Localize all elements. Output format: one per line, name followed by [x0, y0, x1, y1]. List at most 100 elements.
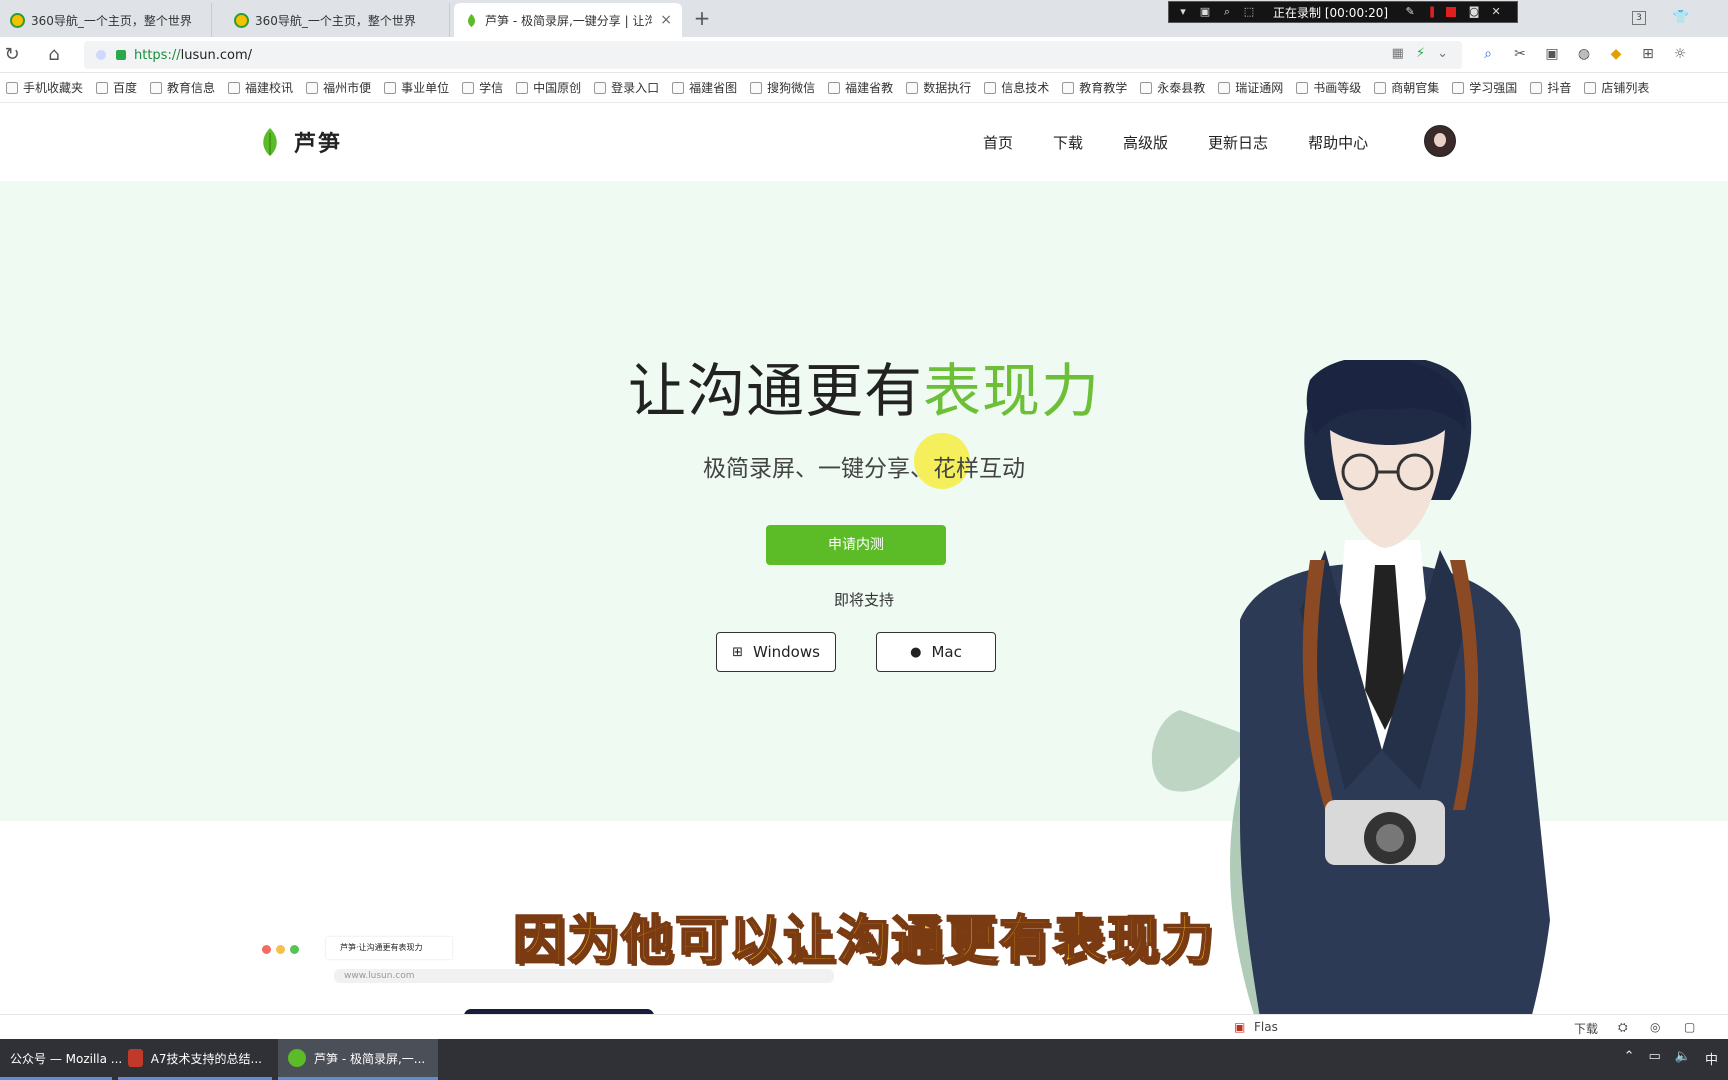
scissors-icon[interactable]: ✂ — [1510, 44, 1530, 64]
chevron-down-icon[interactable]: ⌄ — [1437, 46, 1448, 61]
recorder-close-icon[interactable]: ✕ — [1488, 4, 1504, 20]
apply-beta-button[interactable]: 申请内测 — [766, 525, 946, 565]
dropdown-icon[interactable]: ▾ — [1175, 4, 1191, 20]
bookmark-item[interactable]: 教育教学 — [1062, 79, 1127, 96]
qr-icon[interactable]: ▦ — [1392, 46, 1404, 61]
bookmark-item[interactable]: 福建校讯 — [228, 79, 293, 96]
bookmark-item[interactable]: 百度 — [96, 79, 137, 96]
bookmark-item[interactable]: 登录入口 — [594, 79, 659, 96]
bookmark-label: 福建省教 — [845, 81, 894, 95]
bookmark-label: 数据执行 — [923, 81, 972, 95]
status-tool-icon[interactable]: ◎ — [1650, 1020, 1660, 1034]
speed-mode-icon[interactable]: ⚡ — [1416, 46, 1425, 61]
volume-icon[interactable]: 🔈 — [1675, 1049, 1691, 1068]
site-logo[interactable]: 芦笋 — [258, 126, 342, 158]
status-tool-icon[interactable]: ⛭ — [1618, 1020, 1628, 1035]
bookmark-label: 教育教学 — [1079, 81, 1128, 95]
network-icon[interactable]: ▭ — [1649, 1049, 1661, 1068]
taskbar-item[interactable]: 公众号 — Mozilla ... — [0, 1039, 122, 1080]
bookmark-item[interactable]: 抖音 — [1530, 79, 1571, 96]
taskbar-item-active[interactable]: 芦笋 - 极简录屏,一... — [278, 1039, 438, 1080]
bookmark-icon — [384, 81, 397, 94]
stop-icon[interactable] — [1446, 7, 1457, 17]
nav-changelog[interactable]: 更新日志 — [1208, 132, 1268, 153]
hero-title-plain: 让沟通更有 — [627, 357, 923, 425]
bookmark-item[interactable]: 教育信息 — [150, 79, 215, 96]
apple-icon: ● — [910, 644, 922, 660]
browser-status-bar: ▣ Flas 下载 ⛭ ◎ ▢ — [0, 1014, 1728, 1039]
skin-icon[interactable]: 👕 — [1672, 9, 1690, 27]
browser-tab-title: 360导航_一个主页，整个世界 — [255, 13, 416, 28]
browser-tab[interactable]: 360导航_一个主页，整个世界 — [224, 3, 450, 37]
bookmark-item[interactable]: 手机收藏夹 — [6, 79, 83, 96]
camera-icon[interactable]: ◙ — [1466, 4, 1482, 20]
settings-sun-icon[interactable]: ☼ — [1670, 44, 1690, 64]
bookmark-icon — [1452, 81, 1465, 94]
taskbar-item-label: A7技术支持的总结... — [150, 1051, 262, 1066]
bookmark-icon — [1140, 81, 1153, 94]
bookmark-icon — [594, 81, 607, 94]
site-info-icon[interactable] — [96, 50, 106, 60]
bookmark-item[interactable]: 福建省图 — [672, 79, 737, 96]
browser-tab[interactable]: 360导航_一个主页，整个世界 — [0, 3, 212, 37]
window-icon[interactable]: ▣ — [1197, 4, 1213, 20]
bookmark-item[interactable]: 店铺列表 — [1584, 79, 1649, 96]
nav-download[interactable]: 下载 — [1053, 132, 1083, 153]
status-tool-icon[interactable]: ▢ — [1684, 1020, 1695, 1034]
windows-icon: ⊞ — [732, 644, 743, 660]
tab-count-badge[interactable]: 3 — [1632, 11, 1646, 25]
mac-button[interactable]: ● Mac — [876, 632, 996, 672]
taskbar-item-label: 芦笋 - 极简录屏,一... — [314, 1051, 426, 1066]
browser-tab-title: 芦笋 - 极简录屏,一键分享 | 让沟 — [485, 13, 653, 28]
nav-help-center[interactable]: 帮助中心 — [1308, 132, 1368, 153]
extension-icon[interactable]: ▣ — [1542, 44, 1562, 64]
chevron-up-icon[interactable]: ⌃ — [1624, 1049, 1635, 1068]
bookmark-label: 百度 — [113, 81, 138, 95]
bookmark-icon — [6, 81, 18, 94]
lock-icon — [116, 50, 126, 60]
bookmark-item[interactable]: 搜狗微信 — [750, 79, 815, 96]
apps-grid-icon[interactable]: ⊞ — [1638, 44, 1658, 64]
ime-indicator[interactable]: 中 — [1705, 1049, 1718, 1068]
address-bar[interactable]: https://lusun.com/ ▦ ⚡ ⌄ — [84, 41, 1462, 69]
zoom-icon[interactable]: ⌕ — [1219, 4, 1235, 20]
extension-icon[interactable]: ◆ — [1606, 44, 1626, 64]
new-tab-button[interactable]: + — [690, 7, 714, 31]
pause-icon[interactable]: ❚ — [1424, 4, 1440, 20]
home-icon[interactable]: ⌂ — [42, 43, 66, 67]
download-label[interactable]: 下载 — [1574, 1020, 1598, 1037]
bookmark-item[interactable]: 数据执行 — [906, 79, 971, 96]
nav-home[interactable]: 首页 — [983, 132, 1013, 153]
bookmark-item[interactable]: 福建省教 — [828, 79, 893, 96]
bookmark-label: 福建省图 — [689, 81, 738, 95]
flash-icon[interactable]: ▣ — [1234, 1020, 1245, 1034]
url-scheme: https:// — [134, 47, 181, 63]
bookmark-item[interactable]: 中国原创 — [516, 79, 581, 96]
bookmark-item[interactable]: 瑞证通网 — [1218, 79, 1283, 96]
taskbar-item[interactable]: A7技术支持的总结... — [118, 1039, 272, 1080]
browser-tab-active[interactable]: 芦笋 - 极简录屏,一键分享 | 让沟 × — [454, 3, 682, 37]
search-icon[interactable]: ⌕ — [1478, 44, 1498, 64]
lusun-leaf-icon — [467, 13, 476, 27]
bookmark-item[interactable]: 学习强国 — [1452, 79, 1517, 96]
windows-button[interactable]: ⊞ Windows — [716, 632, 836, 672]
region-icon[interactable]: ⬚ — [1241, 4, 1257, 20]
bookmark-item[interactable]: 永泰县教 — [1140, 79, 1205, 96]
bookmark-item[interactable]: 事业单位 — [384, 79, 449, 96]
pen-icon[interactable]: ✎ — [1402, 4, 1418, 20]
bookmark-item[interactable]: 学信 — [462, 79, 503, 96]
bookmark-item[interactable]: 信息技术 — [984, 79, 1049, 96]
reload-icon[interactable]: ↻ — [0, 43, 24, 67]
bookmark-item[interactable]: 商朝官集 — [1374, 79, 1439, 96]
nav-premium[interactable]: 高级版 — [1123, 132, 1168, 153]
user-avatar[interactable] — [1424, 125, 1456, 157]
flash-label: Flas — [1254, 1020, 1278, 1034]
bookmark-icon — [828, 81, 841, 94]
bookmark-icon — [1530, 81, 1543, 94]
tab-close-icon[interactable]: × — [660, 12, 672, 28]
address-url[interactable]: https://lusun.com/ — [134, 48, 252, 63]
bookmark-icon — [750, 81, 763, 94]
bookmark-item[interactable]: 书画等级 — [1296, 79, 1361, 96]
bookmark-item[interactable]: 福州市便 — [306, 79, 371, 96]
extension-icon[interactable]: ◍ — [1574, 44, 1594, 64]
